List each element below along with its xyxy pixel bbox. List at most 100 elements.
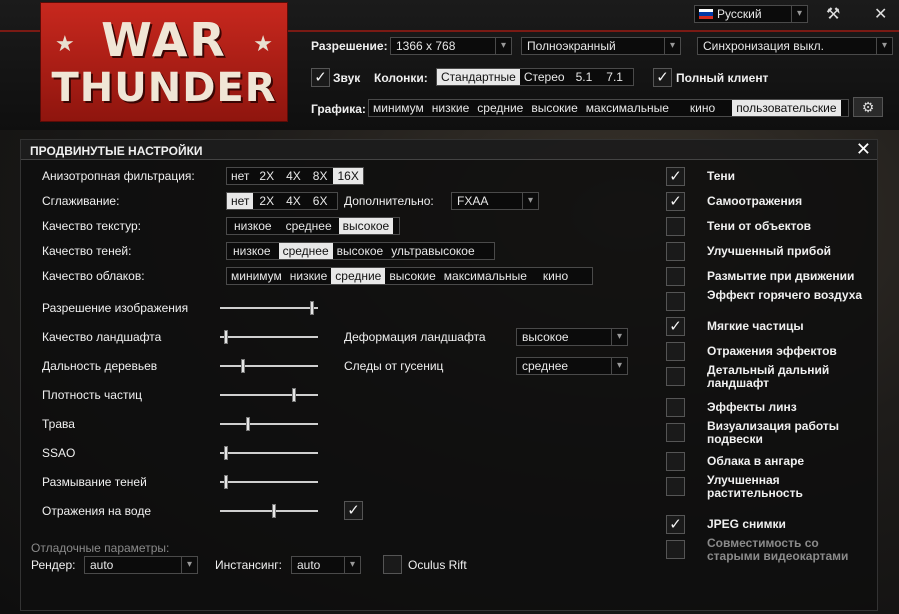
slider-thumb[interactable]	[292, 388, 296, 402]
advanced-settings-panel: ПРОДВИНУТЫЕ НАСТРОЙКИ ✕ Анизотропная фил…	[20, 139, 878, 611]
setting-slider[interactable]	[220, 446, 318, 460]
aniso-option[interactable]: 4X	[280, 168, 307, 184]
graphics-option-minimum[interactable]: минимум	[369, 100, 428, 116]
slider-thumb[interactable]	[224, 475, 228, 489]
feature-checkbox-label: Самоотражения	[707, 194, 803, 208]
slider-thumb[interactable]	[310, 301, 314, 315]
resolution-value: 1366 x 768	[396, 39, 456, 53]
feature-checkbox[interactable]	[666, 452, 685, 471]
aa-option[interactable]: нет	[227, 193, 254, 209]
terrain-deform-select[interactable]: высокое ▾	[516, 328, 628, 346]
graphics-preset-selector[interactable]: минимум низкие средние высокие максималь…	[368, 99, 849, 117]
graphics-option-movie[interactable]: кино	[673, 100, 732, 116]
vsync-select[interactable]: Синхронизация выкл. ▾	[697, 37, 893, 55]
feature-checkbox[interactable]	[666, 217, 685, 236]
shadow-option[interactable]: среднее	[278, 243, 333, 259]
setting-slider[interactable]	[220, 504, 318, 518]
feature-checkbox[interactable]	[666, 398, 685, 417]
cloud-option[interactable]: средние	[331, 268, 386, 284]
cloud-option[interactable]: низкие	[286, 268, 331, 284]
aa-option[interactable]: 6X	[307, 193, 334, 209]
aa-selector[interactable]: нет 2X 4X 6X	[226, 192, 338, 210]
shadow-option[interactable]: высокое	[333, 243, 388, 259]
texture-option[interactable]: среднее	[279, 218, 339, 234]
slider-thumb[interactable]	[246, 417, 250, 431]
feature-checkbox[interactable]	[666, 477, 685, 496]
screen-mode-select[interactable]: Полноэкранный ▾	[521, 37, 681, 55]
slider-thumb[interactable]	[241, 359, 245, 373]
feature-checkbox[interactable]: ✓	[666, 515, 685, 534]
feature-checkbox[interactable]: ✓	[666, 192, 685, 211]
shadow-option[interactable]: ультравысокое	[387, 243, 478, 259]
setting-slider[interactable]	[220, 417, 318, 431]
graphics-option-high[interactable]: высокие	[527, 100, 581, 116]
oculus-checkbox[interactable]	[383, 555, 402, 574]
aa-option[interactable]: 4X	[280, 193, 307, 209]
setting-slider[interactable]	[220, 301, 318, 315]
resolution-select[interactable]: 1366 x 768 ▾	[390, 37, 512, 55]
close-icon[interactable]: ✕	[856, 139, 871, 160]
speakers-selector[interactable]: Стандартные Стерео 5.1 7.1	[436, 68, 634, 86]
feature-checkbox[interactable]	[666, 242, 685, 261]
slider-label: Трава	[42, 417, 75, 431]
feature-checkbox[interactable]	[666, 267, 685, 286]
aa-label: Сглаживание:	[42, 194, 120, 208]
speakers-option-standard[interactable]: Стандартные	[437, 69, 520, 85]
cloud-selector[interactable]: минимум низкие средние высокие максималь…	[226, 267, 593, 285]
graphics-option-custom[interactable]: пользовательские	[732, 100, 841, 116]
graphics-option-low[interactable]: низкие	[428, 100, 473, 116]
shadow-option[interactable]: низкое	[227, 243, 279, 259]
cloud-option[interactable]: высокие	[385, 268, 439, 284]
texture-selector[interactable]: низкое среднее высокое	[226, 217, 400, 235]
tools-icon[interactable]: ⚒	[826, 4, 840, 24]
slider-thumb[interactable]	[272, 504, 276, 518]
close-icon[interactable]: ✕	[874, 4, 887, 24]
setting-slider[interactable]	[220, 359, 318, 373]
aniso-option[interactable]: 8X	[307, 168, 334, 184]
aniso-option[interactable]: 16X	[333, 168, 363, 184]
language-select[interactable]: Русский ▾	[694, 5, 808, 23]
feature-checkbox[interactable]	[666, 292, 685, 311]
texture-option[interactable]: низкое	[227, 218, 279, 234]
instancing-select[interactable]: auto ▾	[291, 556, 361, 574]
sound-checkbox[interactable]: ✓	[311, 68, 330, 87]
feature-checkbox[interactable]	[666, 342, 685, 361]
feature-checkbox[interactable]: ✓	[666, 317, 685, 336]
feature-checkbox[interactable]: ✓	[666, 167, 685, 186]
aniso-selector[interactable]: нет 2X 4X 8X 16X	[226, 167, 364, 185]
setting-slider[interactable]	[220, 475, 318, 489]
speakers-option-7-1[interactable]: 7.1	[599, 69, 630, 85]
water-reflections-checkbox[interactable]: ✓	[344, 501, 363, 520]
extra-aa-select[interactable]: FXAA ▾	[451, 192, 539, 210]
feature-checkbox[interactable]	[666, 540, 685, 559]
setting-slider[interactable]	[220, 388, 318, 402]
slider-thumb[interactable]	[224, 446, 228, 460]
speakers-option-stereo[interactable]: Стерео	[520, 69, 569, 85]
sound-label: Звук	[333, 71, 361, 85]
speakers-option-5-1[interactable]: 5.1	[569, 69, 600, 85]
cloud-option[interactable]: минимум	[227, 268, 286, 284]
graphics-option-medium[interactable]: средние	[473, 100, 527, 116]
full-client-checkbox[interactable]: ✓	[653, 68, 672, 87]
render-select[interactable]: auto ▾	[84, 556, 198, 574]
aniso-option[interactable]: 2X	[253, 168, 280, 184]
feature-checkbox[interactable]	[666, 423, 685, 442]
texture-option[interactable]: высокое	[338, 218, 394, 234]
cloud-option[interactable]: максимальные	[440, 268, 531, 284]
language-value: Русский	[717, 7, 762, 21]
logo-line-2: THUNDER	[51, 65, 277, 111]
chevron-down-icon: ▾	[664, 38, 680, 54]
shadow-label: Качество теней:	[42, 244, 132, 258]
feature-checkbox-label: Эффект горячего воздуха	[707, 288, 863, 302]
cloud-option[interactable]: кино	[531, 268, 580, 284]
slider-thumb[interactable]	[224, 330, 228, 344]
render-label: Рендер:	[31, 558, 76, 572]
feature-checkbox[interactable]	[666, 367, 685, 386]
setting-slider[interactable]	[220, 330, 318, 344]
shadow-selector[interactable]: низкое среднее высокое ультравысокое	[226, 242, 495, 260]
aniso-option[interactable]: нет	[227, 168, 253, 184]
aa-option[interactable]: 2X	[253, 193, 280, 209]
tracks-select[interactable]: среднее ▾	[516, 357, 628, 375]
graphics-option-max[interactable]: максимальные	[582, 100, 673, 116]
gear-icon[interactable]: ⚙	[853, 97, 883, 117]
